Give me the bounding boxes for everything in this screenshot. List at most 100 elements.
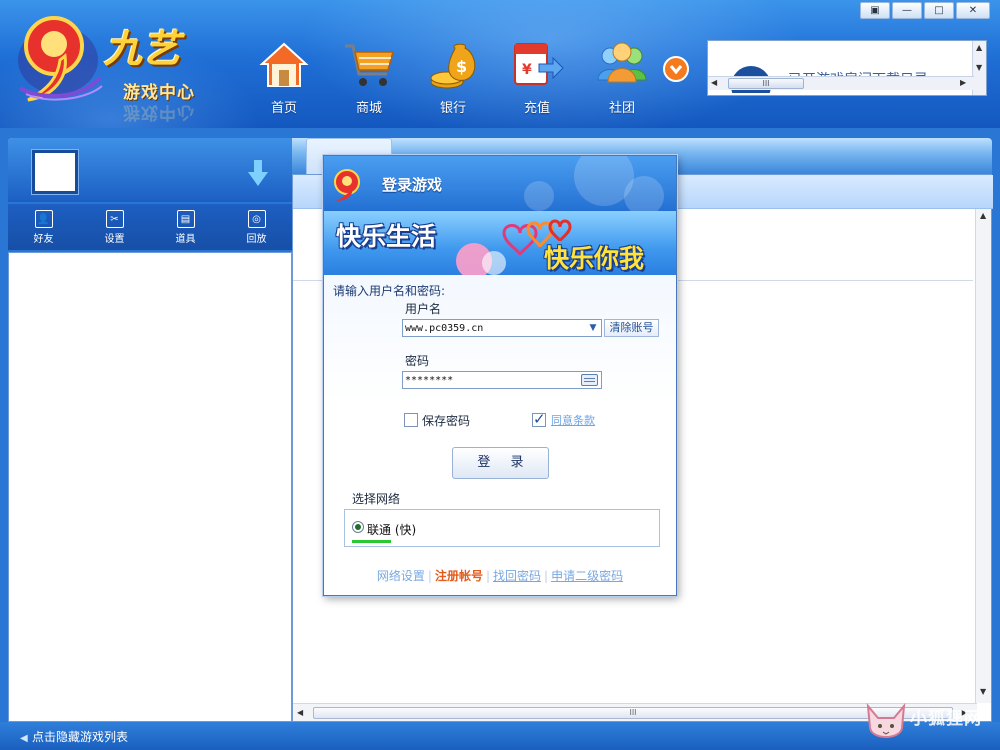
nav-bank-button[interactable]: $ 银行 xyxy=(418,36,488,116)
network-quality-bar xyxy=(352,540,391,543)
fox-logo-icon xyxy=(866,702,906,738)
scroll-left-icon[interactable]: ◀ xyxy=(711,78,717,87)
logo-subtitle-reflection: 游戏中心 xyxy=(123,102,195,122)
scroll-left-icon[interactable]: ◀ xyxy=(297,708,303,717)
login-dialog-title: 登录游戏 xyxy=(382,176,443,194)
agree-terms-checkbox[interactable] xyxy=(532,410,546,428)
sidebar-toolbar: 👤 好友 ✂ 设置 ▤ 道具 ◎ 回放 xyxy=(8,204,292,250)
chevron-down-circle-icon xyxy=(663,56,689,82)
network-radio[interactable] xyxy=(352,521,364,533)
chevron-down-icon[interactable]: ▼ xyxy=(586,321,600,335)
menu-icon: ▣ xyxy=(870,5,880,16)
svg-text:$: $ xyxy=(456,57,467,76)
watermark-text: 小狐狸网 xyxy=(910,709,982,729)
props-button[interactable]: ▤ 道具 xyxy=(150,204,221,250)
arrow-left-icon: ◀ xyxy=(20,733,28,744)
logo-subtitle: 游戏中心 xyxy=(123,83,195,103)
shopping-cart-icon xyxy=(345,44,394,86)
window-menu-button[interactable]: ▣ xyxy=(860,2,890,19)
banner-text-left: 快乐生活 xyxy=(336,222,437,251)
window-minimize-button[interactable]: — xyxy=(892,2,922,19)
arrow-down-icon[interactable] xyxy=(248,160,268,186)
logo-title: 九艺 xyxy=(104,26,181,71)
password-label: 密码 xyxy=(405,354,430,368)
login-prompt: 请输入用户名和密码: xyxy=(333,284,446,298)
nav-bank-label: 银行 xyxy=(439,101,466,116)
news-panel[interactable]: 已开游戏房间下载目录 ▲ ▼ ◀ III ▶ xyxy=(707,40,987,96)
link-separator: | xyxy=(427,569,432,583)
close-icon: ✕ xyxy=(968,5,978,16)
scroll-thumb[interactable]: III xyxy=(313,707,953,719)
replay-button[interactable]: ◎ 回放 xyxy=(221,204,292,250)
scroll-down-icon[interactable]: ▼ xyxy=(980,687,986,696)
news-horizontal-scrollbar[interactable]: ◀ III ▶ xyxy=(708,76,974,90)
clear-account-button[interactable]: 清除账号 xyxy=(604,319,659,337)
login-dialog-titlebar: 登录游戏 xyxy=(324,156,676,211)
remember-password-label[interactable]: 保存密码 xyxy=(422,412,470,429)
friends-icon: 👤 xyxy=(34,210,53,228)
maximize-icon: □ xyxy=(934,5,944,16)
svg-text:¥: ¥ xyxy=(522,62,532,78)
group-icon xyxy=(597,42,647,83)
window-controls: ▣ — □ ✕ xyxy=(860,2,990,20)
news-vertical-scrollbar[interactable]: ▲ ▼ xyxy=(972,41,986,95)
login-button[interactable]: 登 录 xyxy=(452,447,549,479)
nine-logo-icon xyxy=(18,16,103,102)
minimize-icon: — xyxy=(902,5,912,16)
replay-icon: ◎ xyxy=(247,210,266,228)
login-dialog: 登录游戏 快乐生活 快乐你我 请输入用户名和密码: 用户名 ▼ 清除账号 密码 … xyxy=(323,155,677,596)
content-vertical-scrollbar[interactable]: ▲ ▼ xyxy=(975,209,991,703)
friends-button[interactable]: 👤 好友 xyxy=(8,204,79,250)
username-input[interactable] xyxy=(405,321,585,335)
settings-icon: ✂ xyxy=(105,210,124,228)
more-nav-button[interactable] xyxy=(662,55,690,83)
password-input[interactable] xyxy=(405,373,575,387)
avatar[interactable] xyxy=(32,150,78,194)
game-list[interactable] xyxy=(8,252,292,722)
nav-home-label: 首页 xyxy=(270,101,297,116)
decor-bubble xyxy=(624,176,664,211)
agree-terms-link[interactable]: 同意条款 xyxy=(551,412,595,428)
nav-recharge-button[interactable]: ¥ 充值 xyxy=(502,36,572,116)
login-form: 请输入用户名和密码: 用户名 ▼ 清除账号 密码 保存密码 同意条款 登 录 选… xyxy=(324,275,676,595)
network-settings-link[interactable]: 网络设置 xyxy=(377,569,425,583)
nav-mall-button[interactable]: 商城 xyxy=(334,36,404,116)
status-bar: ◀ 点击隐藏游戏列表 xyxy=(0,722,1000,750)
hide-game-list-button[interactable]: ◀ 点击隐藏游戏列表 xyxy=(20,728,128,745)
home-icon xyxy=(259,42,309,87)
settings-button[interactable]: ✂ 设置 xyxy=(79,204,150,250)
decor-bubble xyxy=(524,181,554,211)
window-close-button[interactable]: ✕ xyxy=(956,2,990,19)
window-maximize-button[interactable]: □ xyxy=(924,2,954,19)
scroll-right-icon[interactable]: ▶ xyxy=(960,78,966,87)
scroll-up-icon[interactable]: ▲ xyxy=(980,211,986,220)
nav-recharge-label: 充值 xyxy=(523,101,550,116)
user-panel xyxy=(8,138,292,202)
scroll-down-icon[interactable]: ▼ xyxy=(976,63,982,72)
nine-logo-icon xyxy=(334,169,360,201)
secondary-password-link[interactable]: 申请二级密码 xyxy=(551,569,623,583)
settings-label: 设置 xyxy=(104,234,125,245)
keyboard-icon[interactable] xyxy=(581,374,598,386)
password-field[interactable] xyxy=(402,371,602,389)
username-label: 用户名 xyxy=(405,302,442,316)
nav-group-button[interactable]: 社团 xyxy=(587,36,657,116)
watermark: 小狐狸网 xyxy=(860,700,1000,750)
login-banner: 快乐生活 快乐你我 xyxy=(324,211,676,275)
props-label: 道具 xyxy=(175,234,196,245)
money-bag-icon: $ xyxy=(430,43,476,89)
register-account-link[interactable]: 注册帐号 xyxy=(435,569,483,583)
app-logo: 九艺 游戏中心 游戏中心 xyxy=(10,8,220,123)
friends-label: 好友 xyxy=(33,234,54,245)
network-option-label[interactable]: 联通 (快) xyxy=(367,521,416,538)
username-combobox[interactable]: ▼ xyxy=(402,319,602,337)
briefcase-icon: ▤ xyxy=(176,210,195,228)
nav-home-button[interactable]: 首页 xyxy=(249,36,319,116)
app-header: 九艺 游戏中心 游戏中心 首页 商城 $ 银行 ¥ 充值 社团 ▣ — □ ✕ … xyxy=(0,0,1000,128)
scroll-thumb[interactable]: III xyxy=(728,78,804,89)
login-links: 网络设置 | 注册帐号 | 找回密码 | 申请二级密码 xyxy=(324,567,676,584)
link-separator: | xyxy=(544,569,549,583)
remember-password-checkbox[interactable] xyxy=(404,413,418,427)
scroll-up-icon[interactable]: ▲ xyxy=(976,43,982,52)
recover-password-link[interactable]: 找回密码 xyxy=(493,569,541,583)
